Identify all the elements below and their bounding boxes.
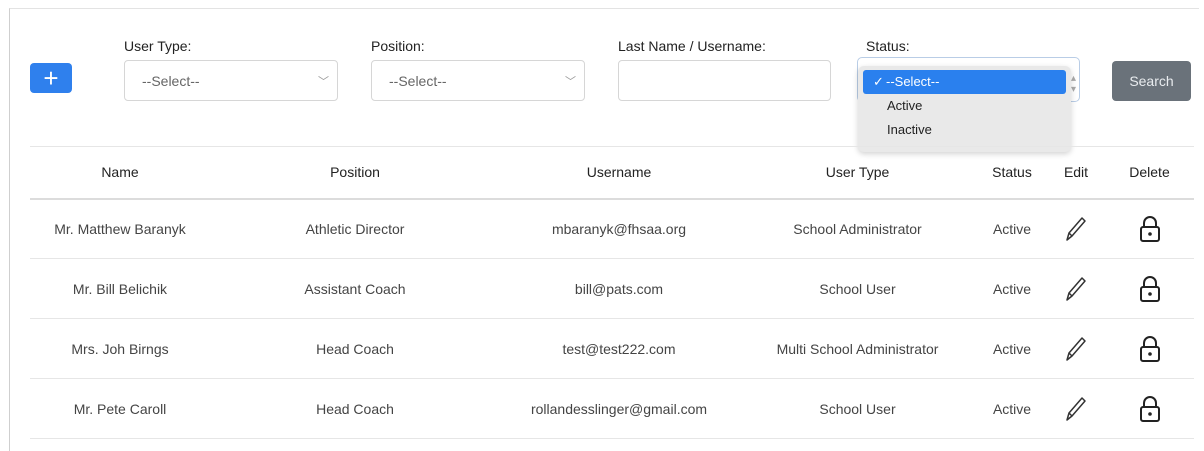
column-header-username[interactable]: Username	[500, 146, 738, 200]
chevron-down-icon: ﹀	[565, 76, 576, 88]
lock-icon[interactable]	[1137, 274, 1163, 304]
user-type-cell: School User	[819, 400, 896, 417]
table-row: Mr. Bill Belichik Assistant Coach bill@p…	[30, 259, 1194, 319]
pencil-icon[interactable]	[1064, 334, 1088, 364]
user-name-cell: Mr. Bill Belichik	[72, 280, 168, 297]
column-header-user-type[interactable]: User Type	[738, 146, 977, 200]
user-type-select[interactable]: --Select-- ﹀	[124, 60, 338, 101]
user-username-cell: mbaranyk@fhsaa.org	[551, 220, 687, 237]
user-name-cell: Mrs. Joh Birngs	[71, 340, 169, 357]
pencil-icon[interactable]	[1064, 394, 1088, 424]
name-search-input[interactable]	[618, 60, 831, 101]
user-type-label: User Type:	[124, 38, 192, 54]
status-label: Status:	[866, 38, 910, 54]
lock-icon[interactable]	[1137, 334, 1163, 364]
column-header-name[interactable]: Name	[30, 146, 210, 200]
user-type-cell: Multi School Administrator	[776, 340, 939, 357]
user-position-cell: Head Coach	[316, 400, 394, 417]
user-username-cell: test@test222.com	[562, 340, 676, 357]
user-status-cell: Active	[992, 220, 1032, 237]
add-user-button[interactable]: +	[30, 63, 72, 93]
checkmark-icon: ✓	[873, 74, 884, 89]
user-type-value: --Select--	[142, 72, 200, 89]
user-position-cell: Head Coach	[316, 340, 394, 357]
chevron-down-icon: ﹀	[318, 76, 329, 88]
users-table: Name Position Username User Type Status …	[30, 146, 1194, 439]
user-position-cell: Assistant Coach	[304, 280, 406, 297]
column-header-delete: Delete	[1105, 146, 1194, 200]
status-dropdown-menu: ✓ --Select-- Active Inactive	[858, 66, 1071, 152]
search-button[interactable]: Search	[1112, 61, 1191, 101]
position-value: --Select--	[389, 72, 447, 89]
user-name-cell: Mr. Pete Caroll	[73, 400, 167, 417]
edit-cell	[1047, 319, 1105, 379]
delete-cell	[1105, 259, 1194, 319]
table-header-row: Name Position Username User Type Status …	[30, 146, 1194, 200]
user-status-cell: Active	[992, 400, 1032, 417]
user-username-cell: bill@pats.com	[574, 280, 664, 297]
column-header-position[interactable]: Position	[210, 146, 500, 200]
column-header-edit: Edit	[1047, 146, 1105, 200]
position-label: Position:	[371, 38, 425, 54]
status-option-active[interactable]: Active	[863, 94, 1066, 118]
user-type-cell: School Administrator	[793, 220, 922, 237]
plus-icon: +	[43, 63, 59, 93]
pencil-icon[interactable]	[1064, 214, 1088, 244]
user-position-cell: Athletic Director	[305, 220, 405, 237]
table-row: Mr. Matthew Baranyk Athletic Director mb…	[30, 199, 1194, 259]
name-search-label: Last Name / Username:	[618, 38, 766, 54]
user-status-cell: Active	[992, 280, 1032, 297]
edit-cell	[1047, 379, 1105, 439]
user-username-cell: rollandesslinger@gmail.com	[530, 400, 708, 417]
delete-cell	[1105, 379, 1194, 439]
table-row: Mrs. Joh Birngs Head Coach test@test222.…	[30, 319, 1194, 379]
delete-cell	[1105, 319, 1194, 379]
user-name-cell: Mr. Matthew Baranyk	[54, 220, 186, 237]
chevron-updown-icon: ▴ ▾	[1070, 73, 1076, 95]
column-header-status[interactable]: Status	[977, 146, 1047, 200]
delete-cell	[1105, 199, 1194, 259]
user-status-cell: Active	[992, 340, 1032, 357]
edit-cell	[1047, 199, 1105, 259]
status-option-select[interactable]: ✓ --Select--	[863, 70, 1066, 94]
position-select[interactable]: --Select-- ﹀	[371, 60, 585, 101]
lock-icon[interactable]	[1137, 394, 1163, 424]
user-type-cell: School User	[819, 280, 896, 297]
edit-cell	[1047, 259, 1105, 319]
table-row: Mr. Pete Caroll Head Coach rollandesslin…	[30, 379, 1194, 439]
pencil-icon[interactable]	[1064, 274, 1088, 304]
lock-icon[interactable]	[1137, 214, 1163, 244]
status-option-inactive[interactable]: Inactive	[863, 118, 1066, 142]
